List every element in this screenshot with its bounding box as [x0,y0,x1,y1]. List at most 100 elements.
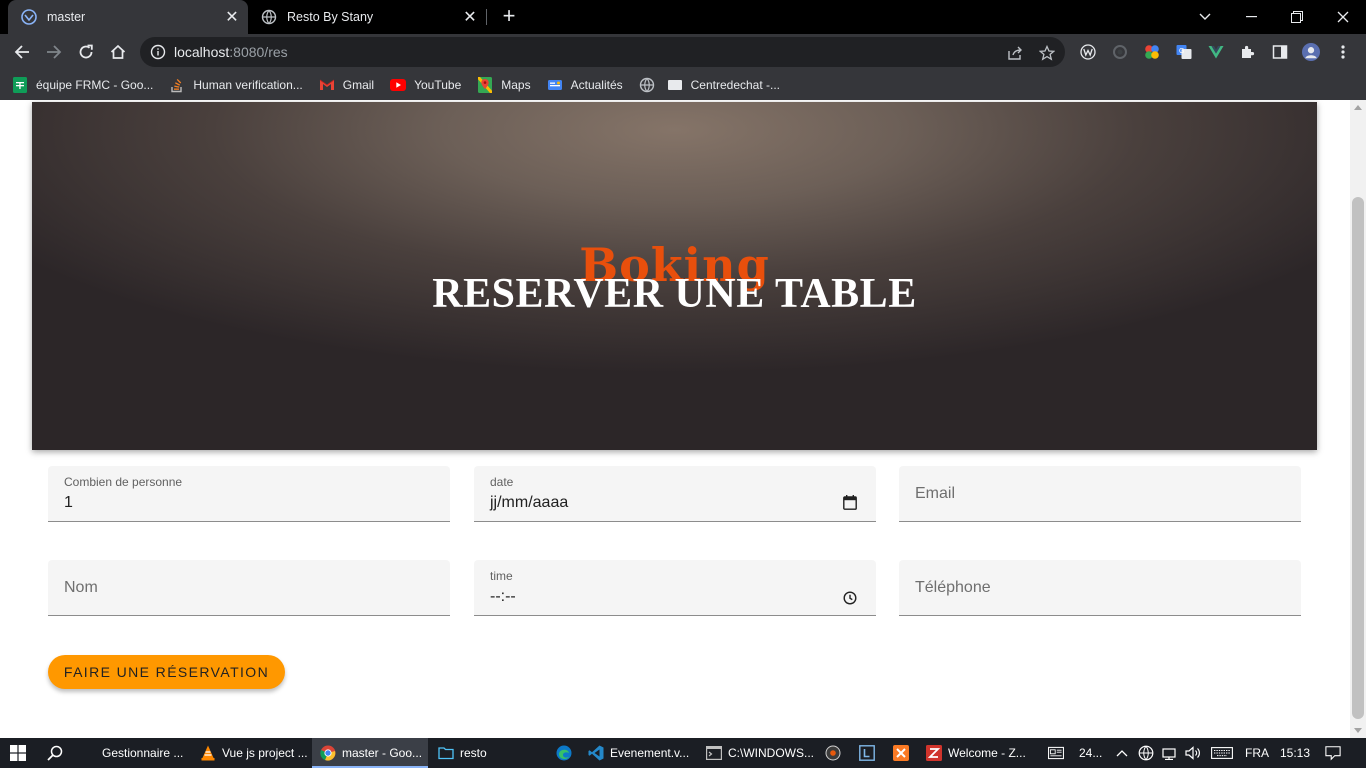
clock-time[interactable]: 15:13 [1280,746,1310,760]
time-label: time [490,569,513,583]
hero-banner: Boking RESERVER UNE TABLE [32,102,1317,450]
stackoverflow-icon [169,77,185,93]
tab-resto-by-stany[interactable]: Resto By Stany ✕ [248,0,486,34]
bookmark-star-icon[interactable] [1038,44,1056,62]
date-value[interactable]: jj/mm/aaaa [490,494,568,512]
bookmark-label: Maps [501,78,531,92]
tab-title: Resto By Stany [287,10,374,24]
date-label: date [490,475,514,489]
bookmark-equipe-frmc[interactable]: équipe FRMC - Goo... [12,77,153,93]
taskbar-label: master - Goo... [342,746,423,760]
tab-title: master [47,10,86,24]
tab-master[interactable]: master ✕ [8,0,248,34]
bookmark-human-verification[interactable]: Human verification... [169,77,303,93]
language-indicator[interactable]: FRA [1245,746,1269,760]
search-icon[interactable] [47,745,63,761]
home-icon[interactable] [105,39,131,65]
email-field[interactable]: Email [899,466,1301,522]
taskbar-item-resto-folder[interactable]: resto [430,738,546,768]
scroll-up-arrow-icon[interactable] [1354,105,1362,110]
vue-devtools-icon[interactable] [1207,43,1225,61]
puzzle-extensions-icon[interactable] [1239,43,1257,61]
browser-menu-icon[interactable] [1334,43,1352,61]
google-translate-icon[interactable]: G [1175,43,1193,61]
windows-taskbar: Gestionnaire ... Vue js project ... mast… [0,738,1366,768]
taskbar-label: C:\WINDOWS... [728,746,814,760]
xampp-icon[interactable] [893,745,909,761]
zend-icon [926,745,942,761]
globe-icon [639,77,655,93]
hero-title: RESERVER UNE TABLE [432,271,917,317]
windows-start-icon[interactable] [10,745,26,761]
news-icon [547,77,563,93]
tab-search-chevron-icon[interactable] [1182,0,1228,34]
bookmark-label: équipe FRMC - Goo... [36,78,154,92]
network-icon[interactable] [1161,745,1177,761]
chrome-icon [320,745,336,761]
keyboard-icon[interactable] [1211,745,1233,761]
extension-w-icon[interactable] [1079,43,1097,61]
maps-icon [477,77,493,93]
window-close-icon[interactable] [1320,0,1366,34]
taskbar-item-vlc[interactable]: Vue js project ... [192,738,310,768]
taskbar-item-zend[interactable]: Welcome - Z... [920,738,1038,768]
sheets-icon [12,77,28,93]
clock-icon[interactable] [842,590,858,606]
edge-icon[interactable] [556,745,572,761]
page-icon [667,77,683,93]
share-icon[interactable] [1006,44,1024,62]
date-field[interactable]: date jj/mm/aaaa [474,466,876,522]
weather-news-icon[interactable] [1048,745,1064,761]
terminal-icon [706,745,722,761]
new-tab-plus-icon[interactable]: + [497,5,521,29]
bookmark-centredechat[interactable]: Centredechat -... [667,77,780,93]
nom-field[interactable]: Nom [48,560,450,616]
close-icon[interactable]: ✕ [460,7,480,27]
bookmark-gmail[interactable]: Gmail [319,77,374,93]
bookmark-label: Gmail [342,78,375,92]
url-text: localhost:8080/res [174,44,288,60]
persons-value[interactable]: 1 [64,494,73,512]
restore-icon[interactable] [1274,0,1320,34]
time-value[interactable]: --:-- [490,588,516,606]
side-panel-icon[interactable] [1271,43,1289,61]
calendar-icon[interactable] [842,494,858,510]
scroll-down-arrow-icon[interactable] [1354,728,1362,733]
page-content: Boking RESERVER UNE TABLE Combien de per… [0,100,1350,738]
time-field[interactable]: time --:-- [474,560,876,616]
folder-icon [438,745,454,761]
taskbar-item-vscode[interactable]: Evenement.v... [582,738,698,768]
language-globe-icon[interactable] [1138,745,1154,761]
persons-field[interactable]: Combien de personne 1 [48,466,450,522]
notifications-icon[interactable] [1325,745,1341,761]
reload-icon[interactable] [73,39,99,65]
back-arrow-icon[interactable] [9,39,35,65]
media-player-icon[interactable] [825,745,841,761]
extension-colorful-icon[interactable] [1143,43,1161,61]
weather-text[interactable]: 24... [1079,746,1102,760]
taskbar-label: Welcome - Z... [948,746,1026,760]
taskbar-label: Evenement.v... [610,746,690,760]
taskbar-item-chrome[interactable]: master - Goo... [312,738,428,768]
bookmark-label: Human verification... [193,78,303,92]
scrollbar-thumb[interactable] [1352,197,1364,719]
page-scrollbar[interactable] [1350,100,1366,738]
reserve-button[interactable]: FAIRE UNE RÉSERVATION [48,655,285,689]
bookmark-youtube[interactable]: YouTube [390,77,461,93]
telephone-field[interactable]: Téléphone [899,560,1301,616]
bookmark-actualites[interactable]: Actualités [547,77,623,93]
taskbar-item-gestionnaire[interactable]: Gestionnaire ... [80,738,192,768]
bookmark-maps[interactable]: Maps [477,77,531,93]
volume-icon[interactable] [1185,745,1201,761]
editor-l-icon[interactable] [859,745,875,761]
minimize-icon[interactable] [1228,0,1274,34]
address-bar[interactable]: localhost:8080/res [140,37,1065,67]
close-icon[interactable]: ✕ [222,7,242,27]
tray-chevron-up-icon[interactable] [1114,745,1130,761]
site-info-icon[interactable] [150,44,166,60]
profile-avatar[interactable] [1302,43,1320,61]
taskbar-item-cmd[interactable]: C:\WINDOWS... [700,738,816,768]
bookmark-globe[interactable] [639,77,663,93]
forward-arrow-icon[interactable] [41,39,67,65]
extension-circle-icon[interactable] [1111,43,1129,61]
